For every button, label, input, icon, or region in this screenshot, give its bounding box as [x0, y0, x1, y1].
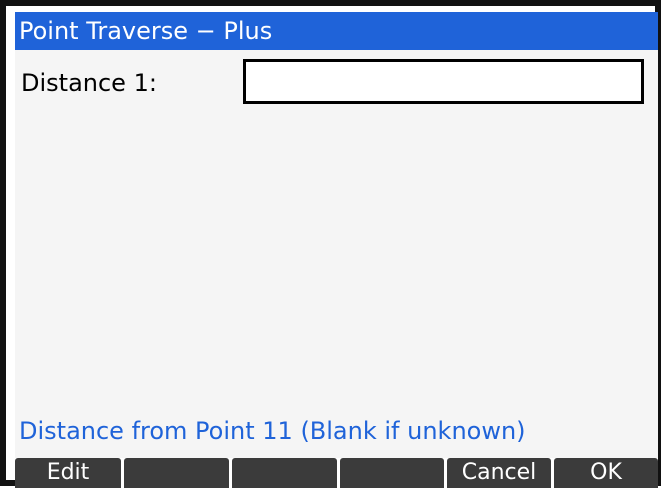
edit-softkey[interactable]: Edit: [15, 458, 121, 488]
app-title: Point Traverse − Plus: [15, 12, 658, 50]
softkey-3[interactable]: [232, 458, 337, 488]
calculator-screen: Point Traverse − Plus Distance 1: Distan…: [0, 0, 661, 488]
cancel-softkey[interactable]: Cancel: [447, 458, 551, 488]
softkey-4[interactable]: [340, 458, 444, 488]
softkey-2[interactable]: [124, 458, 229, 488]
distance-1-input[interactable]: [243, 59, 644, 104]
form-area: [15, 50, 658, 458]
distance-1-label: Distance 1:: [21, 69, 157, 97]
field-help-text: Distance from Point 11 (Blank if unknown…: [19, 417, 526, 445]
softkey-bar: Edit Cancel OK: [15, 458, 658, 488]
ok-softkey[interactable]: OK: [554, 458, 658, 488]
